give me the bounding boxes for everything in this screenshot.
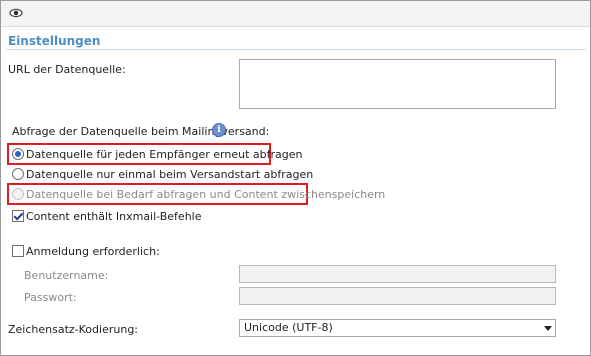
auth-checkbox[interactable] xyxy=(12,245,24,257)
radio-option-per-recipient[interactable] xyxy=(12,148,24,160)
help-icon[interactable]: i xyxy=(212,123,226,137)
radio-option-cache[interactable] xyxy=(12,188,24,200)
url-label: URL der Datenquelle: xyxy=(8,63,126,76)
section-title: Einstellungen xyxy=(8,34,101,48)
inxmail-label: Content enthält Inxmail-Befehle xyxy=(26,210,202,223)
encoding-select[interactable]: Unicode (UTF-8) xyxy=(239,319,556,337)
password-field[interactable] xyxy=(239,287,556,305)
auth-label: Anmeldung erforderlich: xyxy=(26,245,160,258)
option-cache-label: Datenquelle bei Bedarf abfragen und Cont… xyxy=(26,188,386,201)
inxmail-checkbox[interactable] xyxy=(12,210,24,222)
password-label: Passwort: xyxy=(24,291,77,304)
encoding-label: Zeichensatz-Kodierung: xyxy=(8,323,139,336)
encoding-value: Unicode (UTF-8) xyxy=(244,321,333,334)
radio-option-once[interactable] xyxy=(12,168,24,180)
dropdown-arrow-icon[interactable] xyxy=(544,326,552,331)
url-textarea[interactable] xyxy=(239,59,556,109)
option-per-recipient-label: Datenquelle für jeden Empfänger erneut a… xyxy=(26,148,303,161)
query-label: Abfrage der Datenquelle beim Mailingvers… xyxy=(12,125,270,138)
option-once-label: Datenquelle nur einmal beim Versandstart… xyxy=(26,168,314,181)
toolbar xyxy=(1,1,590,27)
username-field[interactable] xyxy=(239,265,556,283)
section-divider xyxy=(6,49,586,50)
username-label: Benutzername: xyxy=(24,269,109,282)
settings-panel: Einstellungen URL der Datenquelle: Abfra… xyxy=(0,0,591,356)
eye-icon[interactable] xyxy=(9,7,23,19)
